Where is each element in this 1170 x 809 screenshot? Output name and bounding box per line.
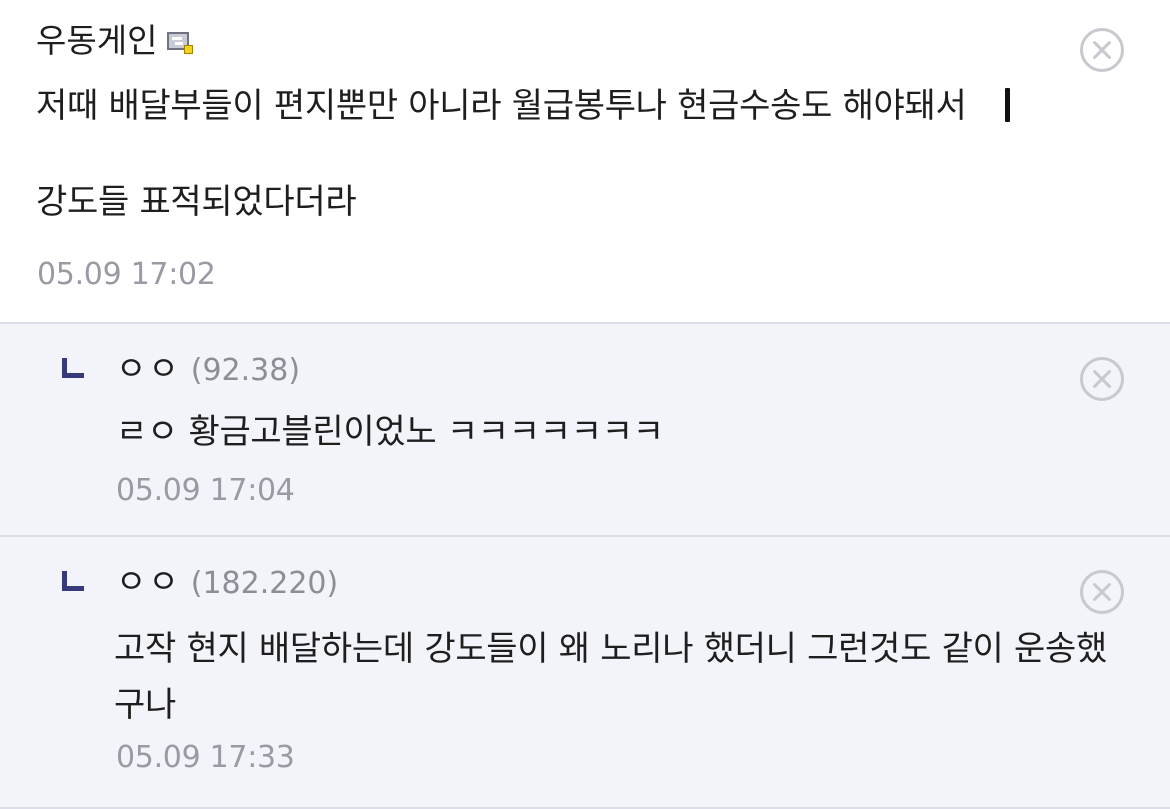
text-cursor-icon [1005,88,1010,122]
reply-arrow-icon [62,571,84,591]
comment-thread: 우동게인 저때 배달부들이 편지뿐만 아니라 월급봉투나 현금수송도 해야돼서 … [0,0,1170,809]
reply-timestamp: 05.09 17:33 [116,740,295,775]
comment-author[interactable]: 우동게인 [36,21,194,60]
delete-reply-button[interactable] [1080,357,1124,401]
reply-timestamp: 05.09 17:04 [116,473,295,508]
reply-item: ㅇㅇ (182.220) 고작 현지 배달하는데 강도들이 왜 노리나 했더니 그… [0,535,1170,809]
reply-author-ip: (92.38) [190,353,301,388]
reply-author-name: ㅇㅇ [116,562,181,601]
comment-body: 저때 배달부들이 편지뿐만 아니라 월급봉투나 현금수송도 해야돼서 강도들 표… [36,86,967,222]
delete-comment-button[interactable] [1080,28,1124,72]
reply-item: ㅇㅇ (92.38) ㄹㅇ 황금고블린이었노 ㅋㅋㅋㅋㅋㅋㅋ 05.09 17:0… [0,322,1170,535]
delete-reply-button[interactable] [1080,570,1124,614]
reply-body: 고작 현지 배달하는데 강도들이 왜 노리나 했더니 그런것도 같이 운송했구나 [114,629,1107,725]
gallog-icon[interactable] [167,30,194,54]
reply-author-name: ㅇㅇ [116,349,181,388]
reply-author[interactable]: ㅇㅇ (182.220) [116,565,338,599]
reply-author-ip: (182.220) [190,566,339,601]
comment-author-name: 우동게인 [36,21,158,60]
comment-timestamp: 05.09 17:02 [37,257,216,292]
reply-arrow-icon [62,358,84,378]
reply-body: ㄹㅇ 황금고블린이었노 ㅋㅋㅋㅋㅋㅋㅋ [116,412,664,452]
comment-item: 우동게인 저때 배달부들이 편지뿐만 아니라 월급봉투나 현금수송도 해야돼서 … [0,0,1170,322]
reply-author[interactable]: ㅇㅇ (92.38) [116,352,300,386]
